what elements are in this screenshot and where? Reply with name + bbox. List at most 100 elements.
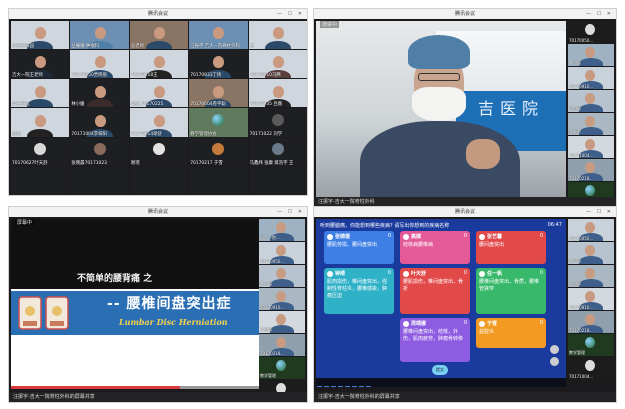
participant-tile[interactable]: 丛姗姗 肿瘤科 (70, 21, 129, 50)
empty-tile (248, 166, 307, 195)
window-title: 腾讯会议 (314, 207, 616, 217)
sidebar-participant[interactable]: 70170218... (568, 311, 614, 333)
participant-tile[interactable]: 70170910马腾 (248, 50, 307, 79)
window-controls[interactable]: — ☐ ✕ (277, 207, 304, 217)
answer-score: 0 (463, 233, 467, 239)
poll-board: 听到腰腿痛，你能想到哪些疾病? 请写出你想到的疾病名称 06:47 张婧瑗 0 … (316, 219, 566, 387)
participant-tile[interactable]: 晓丽 (11, 108, 70, 137)
sidebar-participant[interactable]: 70171004... (568, 357, 614, 379)
speaking-indicator: 演讲中 (320, 21, 340, 28)
participant-name: 70171022 刘学 (249, 131, 283, 137)
participant-tile[interactable]: 总老师 (129, 21, 189, 50)
participant-tile[interactable]: 70171004李梓阳 (70, 108, 129, 137)
sidebar-participant[interactable]: 70170910... (259, 288, 305, 310)
hospital-sign: 吉医院 (477, 99, 544, 118)
participant-name: 马鑫炜 张康 蒋浩宇 王 (249, 160, 294, 166)
participant-tile[interactable]: 70170833丁扬 (189, 50, 248, 79)
participant-tile[interactable]: 汪振宇 吉大一院脊柱外科 (189, 21, 248, 50)
avatar-icon (327, 233, 333, 240)
sidebar-participant[interactable]: 龙老师 (568, 113, 614, 135)
sidebar-participant[interactable]: 教学管理 (259, 357, 305, 379)
window-title: 腾讯会议 (9, 207, 307, 217)
sidebar-participant[interactable]: 70170050... (568, 219, 614, 241)
participant-tile[interactable]: 张晓晨70171023 (70, 137, 129, 166)
participant-tile[interactable]: 马鑫炜 张康 蒋浩宇 王 (248, 137, 307, 166)
participant-name: 晓丽 (12, 131, 21, 137)
sidebar-participant[interactable]: 王思成 (259, 311, 305, 333)
video-gallery: 多肝胆梓园 丛姗姗 肿瘤科 总老师 汪振宇 吉大一院脊柱外科 葛 吉大一院王老师… (11, 21, 307, 195)
sidebar-participant[interactable]: 70170050... (259, 242, 305, 264)
participant-tile[interactable]: 70170627叶天舒 (11, 137, 70, 166)
speaker-video[interactable]: 吉医院 (316, 21, 566, 199)
window-controls[interactable]: — ☐ ✕ (586, 9, 613, 19)
sidebar-participant[interactable]: 林小媛 (568, 242, 614, 264)
screen-share-window: 腾讯会议 — ☐ ✕ 不简单的腰背痛 之 -- 腰椎间盘突出症 Lumbar D… (8, 206, 308, 403)
participant-name: 70170914梁舒 (130, 131, 162, 137)
participant-name: 汪振宇 吉大一院脊柱外科 (190, 44, 240, 50)
participant-tile[interactable]: 70170217 于雪 (189, 137, 248, 166)
sidebar-participant[interactable]: 教学管理 (568, 334, 614, 356)
participant-name: 多肝胆梓园 (12, 44, 34, 50)
sidebar-participant[interactable]: 70170910... (568, 288, 614, 310)
answer-card[interactable]: 张艺馨 0 腰间盘突出 (476, 231, 546, 264)
sidebar-participant[interactable]: 林小媛 (259, 265, 305, 287)
participant-tile[interactable]: 葛 (248, 21, 307, 50)
avatar-icon (34, 142, 47, 155)
participant-name: 羿王思成 (12, 102, 30, 108)
share-owner-bar: 汪振宇-吉大一院脊柱外科的屏幕共享 (314, 392, 616, 402)
slide-title: 不简单的腰背痛 之 (77, 274, 153, 284)
participant-tile[interactable]: 70170935 吕薇 (248, 79, 307, 108)
poll-submit-button[interactable]: 提交 (432, 365, 448, 375)
participant-name: 70170050贾晓丽 (71, 73, 107, 79)
window-controls[interactable]: — ☐ ✕ (586, 207, 613, 217)
answer-card[interactable]: 周靖娜 0 腰椎间盘突出，结核，外伤，肌肉疲劳，肿瘤骨转移 (400, 318, 470, 362)
participant-tile[interactable]: 70170604卷平聪 (189, 79, 248, 108)
participant-tile[interactable]: 多肝胆梓园 (11, 21, 70, 50)
sidebar-participant[interactable]: 70170218... (568, 159, 614, 181)
participant-tile[interactable]: 教学管理协会 (189, 108, 248, 137)
participant-sidebar: 70170050... 林小媛 王思成 70170910... 70170218… (568, 219, 614, 380)
sidebar-participant[interactable]: 吉大一院... (259, 219, 305, 241)
answer-card[interactable]: 叶天舒 0 腰肌损伤，椎间盘突出，骨折 (400, 268, 470, 314)
sidebar-participant[interactable]: 70171004... (568, 136, 614, 158)
scroll-down-button[interactable] (550, 357, 559, 366)
share-indicator: 屏幕中 (15, 219, 35, 226)
participant-tile[interactable]: 吉大一院王老师 (11, 50, 70, 79)
sidebar-participant[interactable]: 王思成 (568, 90, 614, 112)
participant-tile[interactable]: 羿王思成 (11, 79, 70, 108)
answer-card[interactable]: 钟晴 0 肌肉损伤，椎间盘突出，强制性脊柱炎，腰椎感染，肿瘤压迫 (324, 268, 394, 314)
answer-card[interactable]: 于雪 0 盆腔炎 (476, 318, 546, 348)
os-taskbar (316, 378, 566, 387)
participant-tile[interactable]: 70170218王 (129, 50, 189, 79)
participant-tile[interactable]: 70171022 刘学 (248, 108, 307, 137)
shared-slide: 不简单的腰背痛 之 -- 腰椎间盘突出症 Lumbar Disc Herniat… (11, 219, 259, 389)
answer-card[interactable]: 高婧 0 结核病腰椎病 (400, 231, 470, 264)
empty-tile (129, 166, 189, 195)
answer-card[interactable]: 任一帆 0 腰椎间盘突出，骨质，腰椎管狭窄 (476, 268, 546, 314)
avatar-icon (152, 142, 165, 155)
avatar-icon (271, 113, 284, 126)
answer-text: 腰间盘突出 (479, 242, 505, 248)
answer-card[interactable]: 张婧瑗 0 腰肌劳损、腰间盘突出 (324, 231, 394, 264)
participant-tile[interactable]: 林小媛 (70, 79, 129, 108)
answer-text: 肌肉损伤，椎间盘突出，强制性脊柱炎，腰椎感染，肿瘤压迫 (327, 279, 388, 299)
participant-tile[interactable]: 70170914梁舒 (129, 108, 189, 137)
spine-illustration-icon (18, 296, 69, 330)
participant-name: 70170833丁扬 (190, 73, 222, 79)
sidebar-participant[interactable]: 70170218... (259, 334, 305, 356)
participant-name: 70170218王 (130, 73, 158, 79)
sidebar-participant[interactable]: 林小媛 (568, 44, 614, 66)
avatar-icon (93, 142, 106, 155)
sidebar-participant[interactable]: 70170050... (568, 21, 614, 43)
scroll-up-button[interactable] (550, 345, 559, 354)
participant-name: 总老师 (130, 44, 144, 50)
empty-tile (70, 166, 129, 195)
avatar-icon (271, 142, 284, 155)
poll-question: 听到腰腿痛，你能想到哪些疾病? 请写出你想到的疾病名称 (320, 223, 450, 229)
participant-tile[interactable]: 70170050贾晓丽 (70, 50, 129, 79)
participant-tile[interactable]: 谢瑶 (129, 137, 189, 166)
sidebar-participant[interactable]: 70170910... (568, 67, 614, 89)
sidebar-participant[interactable]: 王思成 (568, 265, 614, 287)
window-controls[interactable]: — ☐ ✕ (277, 9, 304, 19)
participant-tile[interactable]: 高婧 70170225 (129, 79, 189, 108)
